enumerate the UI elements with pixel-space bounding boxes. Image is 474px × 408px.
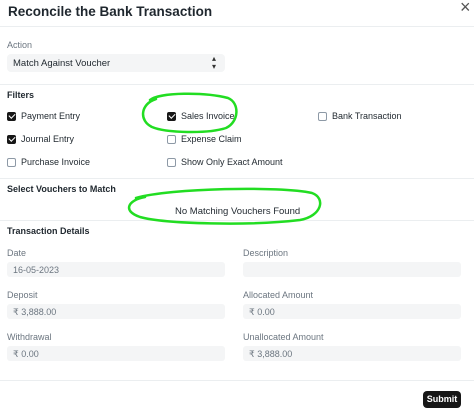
filter-label: Bank Transaction (332, 111, 402, 121)
vouchers-divider (0, 178, 474, 179)
unallocated-amount-field: ₹ 3,888.00 (243, 346, 461, 361)
date-field: 16-05-2023 (7, 262, 225, 277)
description-label: Description (243, 248, 289, 258)
footer-divider (0, 380, 474, 381)
action-select-value: Match Against Voucher (13, 58, 111, 69)
deposit-field: ₹ 3,888.00 (7, 304, 225, 319)
checkbox-expense-claim[interactable] (167, 134, 176, 144)
withdrawal-label: Withdrawal (7, 332, 52, 342)
filter-label: Journal Entry (21, 134, 75, 144)
transaction-divider (0, 220, 474, 221)
header-divider (0, 26, 474, 27)
description-field (243, 262, 461, 277)
deposit-label: Deposit (7, 290, 38, 300)
checkbox-journal-entry[interactable] (7, 134, 16, 144)
filter-label: Show Only Exact Amount (181, 157, 283, 167)
up-down-chevron-icon: ▴ ▾ (211, 54, 216, 71)
filter-bank-transaction[interactable]: Bank Transaction (318, 111, 402, 121)
empty-vouchers-message: No Matching Vouchers Found (175, 206, 301, 217)
filter-label: Purchase Invoice (21, 157, 91, 167)
checkbox-show-only-exact-amount[interactable] (167, 157, 176, 167)
action-label: Action (7, 40, 33, 50)
submit-button[interactable]: Submit (423, 391, 461, 408)
filters-divider (0, 84, 474, 85)
filter-show-only-exact-amount[interactable]: Show Only Exact Amount (167, 157, 283, 167)
action-select[interactable]: Match Against Voucher ▴ ▾ (7, 54, 225, 72)
date-label: Date (7, 248, 27, 258)
allocated-amount-field: ₹ 0.00 (243, 304, 461, 319)
unallocated-amount-label: Unallocated Amount (243, 332, 324, 342)
filter-journal-entry[interactable]: Journal Entry (7, 134, 74, 144)
filter-expense-claim[interactable]: Expense Claim (167, 134, 242, 144)
close-icon[interactable]: × (460, 0, 471, 16)
filter-label: Sales Invoice (181, 111, 235, 121)
transaction-title: Transaction Details (7, 226, 90, 236)
filter-purchase-invoice[interactable]: Purchase Invoice (7, 157, 90, 167)
checkbox-bank-transaction[interactable] (318, 111, 327, 121)
filter-payment-entry[interactable]: Payment Entry (7, 111, 80, 121)
dialog-title: Reconcile the Bank Transaction (8, 4, 213, 19)
allocated-amount-label: Allocated Amount (243, 290, 314, 300)
filters-title: Filters (7, 90, 35, 100)
withdrawal-field: ₹ 0.00 (7, 346, 225, 361)
filter-sales-invoice[interactable]: Sales Invoice (167, 111, 235, 121)
checkbox-purchase-invoice[interactable] (7, 157, 16, 167)
checkbox-sales-invoice[interactable] (167, 111, 176, 121)
filter-label: Expense Claim (181, 134, 242, 144)
checkbox-payment-entry[interactable] (7, 111, 16, 121)
filter-label: Payment Entry (21, 111, 81, 121)
vouchers-title: Select Vouchers to Match (7, 184, 116, 194)
